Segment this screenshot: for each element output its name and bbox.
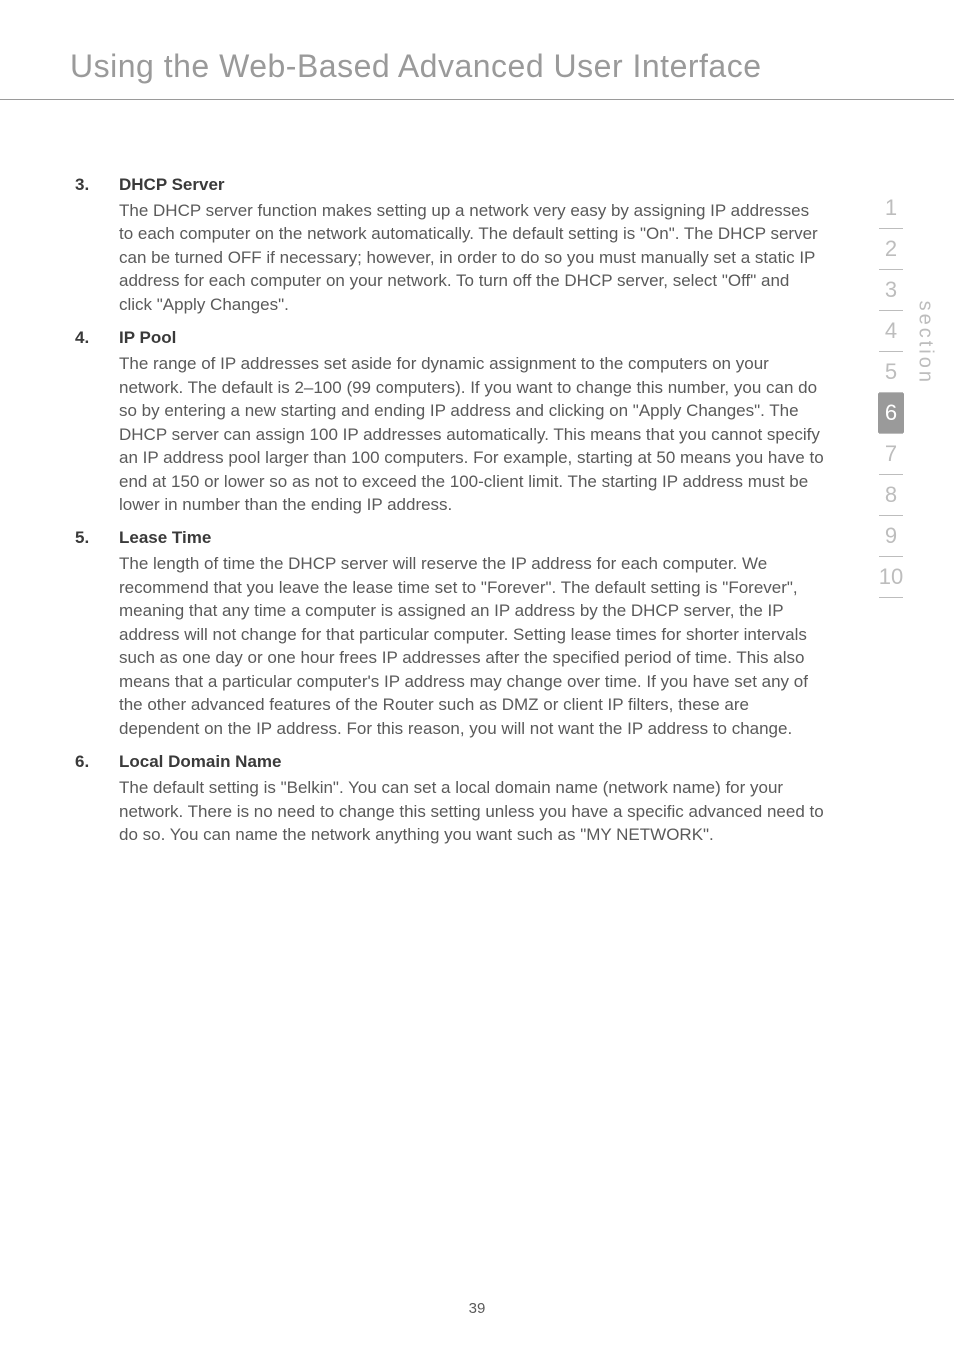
section-body: IP Pool The range of IP addresses set as…	[119, 328, 824, 516]
section-heading: IP Pool	[119, 328, 824, 348]
nav-item-9[interactable]: 9	[868, 516, 914, 556]
nav-item-10[interactable]: 10	[868, 557, 914, 597]
nav-item-3[interactable]: 3	[868, 270, 914, 310]
section-number: 3.	[75, 175, 119, 316]
nav-item-5[interactable]: 5	[868, 352, 914, 392]
nav-item-8[interactable]: 8	[868, 475, 914, 515]
section-item: 3. DHCP Server The DHCP server function …	[75, 175, 824, 316]
section-text: The DHCP server function makes setting u…	[119, 199, 824, 316]
nav-divider	[879, 597, 903, 598]
section-text: The default setting is "Belkin". You can…	[119, 776, 824, 846]
section-label: section	[913, 301, 936, 385]
section-heading: Lease Time	[119, 528, 824, 548]
nav-item-2[interactable]: 2	[868, 229, 914, 269]
section-item: 6. Local Domain Name The default setting…	[75, 752, 824, 846]
section-item: 4. IP Pool The range of IP addresses set…	[75, 328, 824, 516]
page-title: Using the Web-Based Advanced User Interf…	[70, 48, 884, 85]
section-text: The range of IP addresses set aside for …	[119, 352, 824, 516]
section-body: Local Domain Name The default setting is…	[119, 752, 824, 846]
nav-item-4[interactable]: 4	[868, 311, 914, 351]
section-number: 6.	[75, 752, 119, 846]
section-heading: DHCP Server	[119, 175, 824, 195]
nav-item-6-active[interactable]: 6	[878, 393, 904, 433]
section-nav: 1 2 3 4 5 6 7 8 9 10	[868, 188, 914, 598]
page-number: 39	[0, 1300, 954, 1317]
section-body: DHCP Server The DHCP server function mak…	[119, 175, 824, 316]
nav-item-7[interactable]: 7	[868, 434, 914, 474]
main-content: 3. DHCP Server The DHCP server function …	[0, 100, 954, 846]
section-item: 5. Lease Time The length of time the DHC…	[75, 528, 824, 740]
page-header: Using the Web-Based Advanced User Interf…	[0, 0, 954, 100]
section-number: 4.	[75, 328, 119, 516]
section-number: 5.	[75, 528, 119, 740]
section-text: The length of time the DHCP server will …	[119, 552, 824, 740]
section-heading: Local Domain Name	[119, 752, 824, 772]
section-body: Lease Time The length of time the DHCP s…	[119, 528, 824, 740]
nav-item-1[interactable]: 1	[868, 188, 914, 228]
